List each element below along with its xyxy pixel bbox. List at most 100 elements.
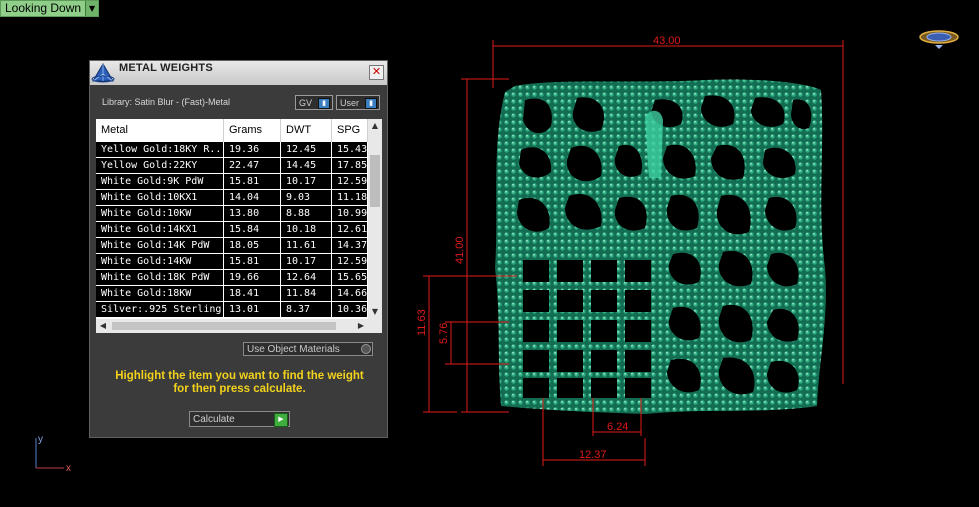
use-object-materials-toggle[interactable]: Use Object Materials [243, 342, 373, 356]
axis-indicator: y x [35, 434, 71, 474]
table-body: Yellow Gold:18KY R... 19.36 12.45 15.43 Yel… [96, 142, 368, 318]
column-header-metal[interactable]: Metal [96, 119, 224, 142]
pyramid-logo-icon [91, 63, 115, 83]
cell-spg: 12.61 [332, 222, 368, 237]
user-label: User [340, 98, 360, 108]
cell-metal: White Gold:10KW [96, 206, 224, 221]
cell-dwt: 12.64 [281, 270, 332, 285]
axis-x-label: x [66, 463, 71, 474]
scroll-up-icon[interactable]: ▲ [368, 119, 382, 133]
view-label[interactable]: Looking Down ▼ [0, 0, 100, 17]
axis-y-label: y [38, 434, 43, 445]
cell-metal: White Gold:18K PdW [96, 270, 224, 285]
cell-grams: 19.66 [224, 270, 281, 285]
cell-spg: 10.99 [332, 206, 368, 221]
cell-dwt: 14.45 [281, 158, 332, 173]
use-object-materials-label: Use Object Materials [247, 344, 340, 355]
dimension-left-inner: 5.76 [438, 323, 450, 344]
cell-grams: 15.84 [224, 222, 281, 237]
scroll-thumb[interactable] [112, 322, 336, 330]
table-row[interactable]: White Gold:9K PdW 15.81 10.17 12.59 [96, 174, 368, 190]
cell-grams: 13.01 [224, 302, 281, 317]
user-dropdown[interactable]: User ▮ [336, 95, 380, 110]
panel-title-bar[interactable]: METAL WEIGHTS ✕ [90, 61, 387, 85]
cell-metal: White Gold:18KW [96, 286, 224, 301]
panel-title: METAL WEIGHTS [119, 62, 213, 74]
cell-grams: 15.81 [224, 174, 281, 189]
help-text-line-1: Highlight the item you want to find the … [115, 370, 364, 382]
cell-metal: Yellow Gold:22KY [96, 158, 224, 173]
table-row[interactable]: Yellow Gold:18KY R... 19.36 12.45 15.43 [96, 142, 368, 158]
calculate-button[interactable]: Calculate ▶ [189, 411, 290, 427]
scroll-right-icon[interactable]: ▶ [354, 319, 368, 333]
library-label: Library: Satin Blur - (Fast)-Metal [102, 97, 231, 107]
close-x-icon[interactable]: ✕ [369, 65, 384, 80]
cell-spg: 11.18 [332, 190, 368, 205]
table-row[interactable]: White Gold:10KW 13.80 8.88 10.99 [96, 206, 368, 222]
dimension-width: 43.00 [653, 35, 681, 47]
gv-dropdown[interactable]: GV ▮ [295, 95, 333, 110]
table-row[interactable]: White Gold:14K PdW 18.05 11.61 14.37 [96, 238, 368, 254]
scroll-left-icon[interactable]: ◀ [96, 319, 110, 333]
cell-spg: 15.65 [332, 270, 368, 285]
cell-spg: 10.36 [332, 302, 368, 317]
cell-metal: White Gold:14KX1 [96, 222, 224, 237]
mesh-body [495, 79, 826, 415]
view-label-text[interactable]: Looking Down [1, 1, 85, 16]
metal-table[interactable]: Metal Grams DWT SPG Yellow Gold:18KY R..… [96, 119, 382, 333]
table-row[interactable]: Silver:.925 Sterling 13.01 8.37 10.36 [96, 302, 368, 318]
cell-spg: 14.37 [332, 238, 368, 253]
column-header-spg[interactable]: SPG [332, 119, 368, 142]
cell-grams: 15.81 [224, 254, 281, 269]
calculate-label: Calculate [193, 414, 235, 425]
table-header: Metal Grams DWT SPG [96, 119, 368, 142]
column-header-dwt[interactable]: DWT [281, 119, 332, 142]
column-header-grams[interactable]: Grams [224, 119, 281, 142]
table-row[interactable]: White Gold:18KW 18.41 11.84 14.66 [96, 286, 368, 302]
table-horizontal-scrollbar[interactable]: ◀ ▶ [96, 319, 382, 333]
dimension-bottom-outer: 12.37 [579, 449, 607, 461]
dimension-bottom-inner: 6.24 [607, 421, 628, 433]
help-text: Highlight the item you want to find the … [98, 370, 381, 396]
dropdown-icon[interactable]: ▮ [365, 98, 377, 109]
cell-grams: 14.04 [224, 190, 281, 205]
cell-dwt: 8.88 [281, 206, 332, 221]
cell-grams: 22.47 [224, 158, 281, 173]
table-vertical-scrollbar[interactable]: ▲ ▼ [368, 119, 382, 319]
mesh-drawing[interactable]: 43.00 41.00 11.63 5.76 6.24 12.37 [405, 28, 865, 468]
metal-weights-panel: METAL WEIGHTS ✕ Library: Satin Blur - (F… [89, 60, 388, 438]
cell-metal: White Gold:9K PdW [96, 174, 224, 189]
table-row[interactable]: Yellow Gold:22KY 22.47 14.45 17.85 [96, 158, 368, 174]
cell-spg: 17.85 [332, 158, 368, 173]
radio-icon[interactable] [361, 344, 371, 354]
play-arrow-icon[interactable]: ▶ [274, 413, 288, 427]
cell-dwt: 12.45 [281, 142, 332, 157]
scroll-thumb[interactable] [370, 155, 380, 207]
cell-metal: White Gold:14K PdW [96, 238, 224, 253]
dimension-left-outer: 11.63 [416, 309, 428, 336]
cell-grams: 18.41 [224, 286, 281, 301]
cell-dwt: 11.84 [281, 286, 332, 301]
dropdown-icon[interactable]: ▮ [318, 98, 330, 109]
cell-dwt: 8.37 [281, 302, 332, 317]
cell-spg: 12.59 [332, 254, 368, 269]
cell-dwt: 10.17 [281, 254, 332, 269]
gv-label: GV [299, 98, 313, 108]
help-text-line-2: for then press calculate. [173, 383, 306, 395]
cell-grams: 19.36 [224, 142, 281, 157]
view-navigation-icon[interactable] [918, 25, 960, 50]
cell-dwt: 9.03 [281, 190, 332, 205]
cell-spg: 12.59 [332, 174, 368, 189]
cell-spg: 14.66 [332, 286, 368, 301]
scroll-down-icon[interactable]: ▼ [368, 305, 382, 319]
viewport[interactable]: Looking Down ▼ 43.00 41.00 11.63 5.76 6.… [0, 0, 979, 507]
table-row[interactable]: White Gold:14KW 15.81 10.17 12.59 [96, 254, 368, 270]
cell-metal: White Gold:10KX1 [96, 190, 224, 205]
table-row[interactable]: White Gold:18K PdW 19.66 12.64 15.65 [96, 270, 368, 286]
cell-grams: 18.05 [224, 238, 281, 253]
cell-metal: White Gold:14KW [96, 254, 224, 269]
cell-dwt: 10.17 [281, 174, 332, 189]
triangle-down-icon[interactable]: ▼ [85, 1, 99, 16]
table-row[interactable]: White Gold:10KX1 14.04 9.03 11.18 [96, 190, 368, 206]
table-row[interactable]: White Gold:14KX1 15.84 10.18 12.61 [96, 222, 368, 238]
